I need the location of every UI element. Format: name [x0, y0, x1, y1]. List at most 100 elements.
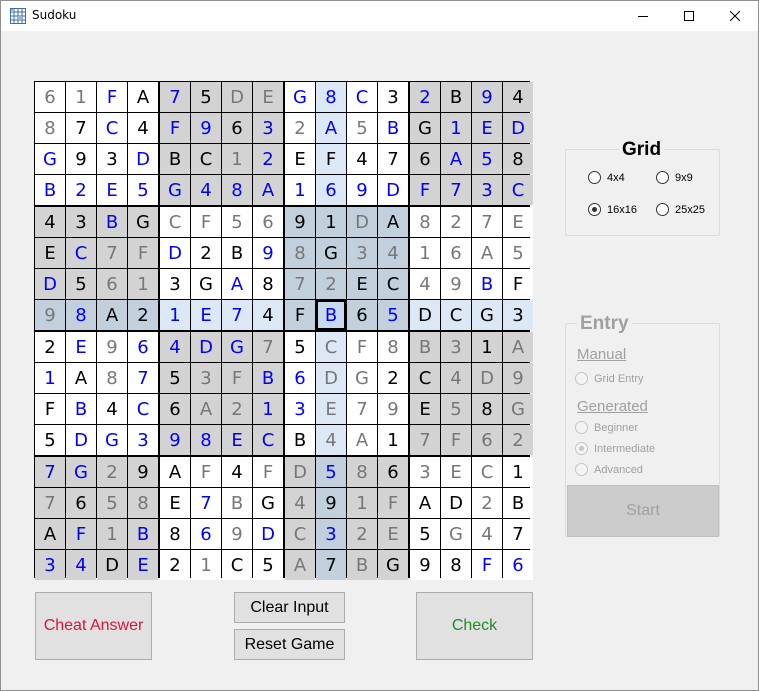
sudoku-cell[interactable]: 8 — [378, 332, 408, 362]
sudoku-cell[interactable]: 2 — [503, 425, 533, 455]
sudoku-cell[interactable]: 8 — [160, 519, 190, 549]
sudoku-cell[interactable]: G — [160, 175, 190, 205]
sudoku-cell[interactable]: F — [285, 300, 315, 330]
sudoku-cell[interactable]: E — [410, 394, 440, 424]
sudoku-cell[interactable]: 3 — [347, 238, 377, 268]
sudoku-cell[interactable]: F — [253, 457, 283, 487]
check-button[interactable]: Check — [416, 592, 533, 660]
sudoku-cell[interactable]: A — [128, 82, 158, 112]
sudoku-cell[interactable]: 1 — [503, 457, 533, 487]
sudoku-cell[interactable]: 2 — [285, 113, 315, 143]
sudoku-cell[interactable]: 4 — [378, 238, 408, 268]
reset-game-button[interactable]: Reset Game — [234, 629, 345, 660]
sudoku-cell[interactable]: 3 — [441, 332, 471, 362]
sudoku-cell[interactable]: 7 — [503, 519, 533, 549]
sudoku-cell[interactable]: 3 — [97, 144, 127, 174]
sudoku-cell[interactable]: 5 — [503, 238, 533, 268]
sudoku-cell[interactable]: 6 — [503, 550, 533, 580]
sudoku-cell[interactable]: 4 — [410, 269, 440, 299]
sudoku-cell[interactable]: 6 — [253, 207, 283, 237]
sudoku-cell[interactable]: D — [472, 363, 502, 393]
sudoku-cell[interactable]: A — [285, 550, 315, 580]
sudoku-cell[interactable]: E — [285, 144, 315, 174]
sudoku-cell[interactable]: 7 — [191, 488, 221, 518]
sudoku-cell[interactable]: F — [191, 457, 221, 487]
sudoku-cell[interactable]: 9 — [222, 519, 252, 549]
sudoku-cell[interactable]: 1 — [285, 175, 315, 205]
sudoku-cell[interactable]: D — [66, 425, 96, 455]
sudoku-cell[interactable]: 7 — [35, 457, 65, 487]
sudoku-cell[interactable]: 3 — [66, 207, 96, 237]
radio-16x16[interactable]: 16x16 — [588, 203, 637, 216]
sudoku-cell[interactable]: 7 — [222, 300, 252, 330]
sudoku-cell[interactable]: 7 — [253, 332, 283, 362]
sudoku-cell[interactable]: E — [222, 425, 252, 455]
sudoku-cell[interactable]: 2 — [378, 363, 408, 393]
sudoku-cell[interactable]: E — [253, 82, 283, 112]
sudoku-cell[interactable]: F — [191, 207, 221, 237]
sudoku-cell[interactable]: B — [253, 363, 283, 393]
sudoku-cell[interactable]: 9 — [410, 550, 440, 580]
sudoku-cell[interactable]: 3 — [285, 394, 315, 424]
sudoku-cell[interactable]: E — [35, 238, 65, 268]
sudoku-cell[interactable]: 7 — [410, 425, 440, 455]
sudoku-cell[interactable]: 7 — [35, 488, 65, 518]
sudoku-cell[interactable]: A — [347, 425, 377, 455]
sudoku-cell[interactable]: B — [378, 113, 408, 143]
sudoku-cell[interactable]: G — [410, 113, 440, 143]
maximize-button[interactable] — [666, 1, 712, 31]
sudoku-cell[interactable]: A — [441, 144, 471, 174]
sudoku-cell[interactable]: 4 — [35, 207, 65, 237]
sudoku-cell[interactable]: G — [253, 488, 283, 518]
sudoku-cell[interactable]: A — [378, 207, 408, 237]
sudoku-cell[interactable]: A — [472, 238, 502, 268]
sudoku-cell[interactable]: 4 — [503, 82, 533, 112]
sudoku-cell[interactable]: D — [191, 332, 221, 362]
sudoku-cell[interactable]: 8 — [66, 300, 96, 330]
sudoku-cell[interactable]: D — [316, 363, 346, 393]
sudoku-cell[interactable]: C — [285, 519, 315, 549]
sudoku-cell[interactable]: B — [128, 519, 158, 549]
sudoku-cell[interactable]: E — [347, 269, 377, 299]
sudoku-cell[interactable]: 8 — [410, 207, 440, 237]
sudoku-cell[interactable]: 7 — [441, 175, 471, 205]
sudoku-cell[interactable]: 8 — [97, 363, 127, 393]
sudoku-cell[interactable]: 5 — [347, 113, 377, 143]
sudoku-cell[interactable]: E — [503, 207, 533, 237]
sudoku-cell[interactable]: E — [128, 550, 158, 580]
sudoku-cell[interactable]: B — [35, 175, 65, 205]
sudoku-cell[interactable]: 6 — [222, 113, 252, 143]
sudoku-cell[interactable]: 5 — [160, 363, 190, 393]
sudoku-cell[interactable]: A — [160, 457, 190, 487]
sudoku-cell[interactable]: G — [472, 300, 502, 330]
sudoku-cell[interactable]: 6 — [410, 144, 440, 174]
sudoku-cell[interactable]: 6 — [316, 175, 346, 205]
sudoku-cell[interactable]: G — [66, 457, 96, 487]
sudoku-cell[interactable]: 1 — [316, 207, 346, 237]
sudoku-cell[interactable]: 8 — [316, 82, 346, 112]
sudoku-cell[interactable]: C — [347, 82, 377, 112]
sudoku-cell[interactable]: 9 — [160, 425, 190, 455]
sudoku-cell[interactable]: 1 — [441, 113, 471, 143]
sudoku-cell[interactable]: 8 — [441, 550, 471, 580]
sudoku-cell[interactable]: A — [97, 300, 127, 330]
radio-25x25[interactable]: 25x25 — [656, 203, 705, 216]
sudoku-cell[interactable]: G — [128, 207, 158, 237]
sudoku-cell[interactable]: 9 — [285, 207, 315, 237]
sudoku-cell[interactable]: E — [316, 394, 346, 424]
sudoku-cell[interactable]: 8 — [472, 394, 502, 424]
sudoku-cell[interactable]: 5 — [128, 175, 158, 205]
sudoku-cell[interactable]: 2 — [191, 238, 221, 268]
sudoku-cell[interactable]: B — [316, 300, 346, 330]
sudoku-cell[interactable]: 4 — [285, 488, 315, 518]
sudoku-cell[interactable]: C — [97, 113, 127, 143]
sudoku-cell[interactable]: 7 — [347, 394, 377, 424]
sudoku-cell[interactable]: 5 — [253, 550, 283, 580]
sudoku-cell[interactable]: D — [97, 550, 127, 580]
sudoku-cell[interactable]: C — [160, 207, 190, 237]
sudoku-cell[interactable]: 5 — [191, 82, 221, 112]
sudoku-cell[interactable]: 1 — [253, 394, 283, 424]
sudoku-cell[interactable]: 3 — [35, 550, 65, 580]
sudoku-cell[interactable]: D — [503, 113, 533, 143]
sudoku-cell[interactable]: 4 — [160, 332, 190, 362]
